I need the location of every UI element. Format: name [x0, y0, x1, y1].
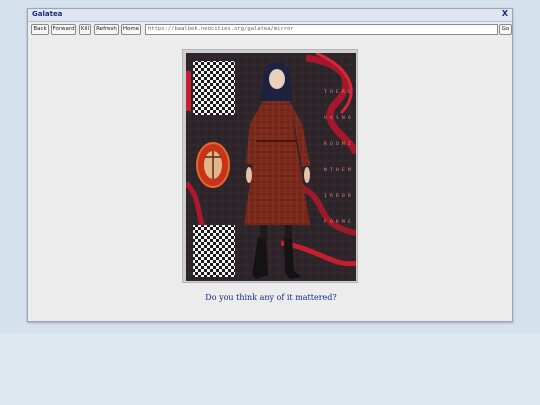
side-text-letter: H	[330, 89, 333, 95]
home-button[interactable]: Home	[121, 24, 141, 35]
side-text-letter: M	[342, 141, 345, 147]
side-text-letter: U	[324, 115, 327, 121]
refresh-button[interactable]: Refresh	[94, 24, 119, 35]
go-button[interactable]: Go	[499, 24, 512, 35]
side-text-letter: O	[330, 219, 333, 225]
side-text-letter: N	[324, 167, 327, 173]
side-text-letter: E	[342, 167, 345, 173]
figure-face	[269, 69, 285, 89]
figure-leg	[260, 223, 267, 239]
side-text-letter: T	[330, 167, 333, 173]
side-text-letter: R	[342, 89, 345, 95]
side-text-letter: N	[342, 115, 345, 121]
figure-hand	[304, 167, 310, 183]
forward-button[interactable]: Forward	[51, 24, 76, 35]
side-text-letter: O	[348, 115, 351, 121]
page-background-band	[0, 333, 540, 405]
side-text-letter: E	[336, 89, 339, 95]
side-text-letter: R	[336, 193, 339, 199]
side-text-letter: A	[330, 115, 333, 121]
side-text-letter: R	[336, 219, 339, 225]
artwork-image: T H E R EU A S N OR O O M IN T H E MI R R O RF O R M E	[184, 51, 360, 281]
side-text-letter: M	[342, 219, 345, 225]
back-button[interactable]: Back	[31, 24, 49, 35]
red-edge	[186, 71, 191, 111]
artwork-frame: THEREUASNOROOMINTHEMIRRORFORME	[182, 49, 360, 283]
browser-toolbar: Back Forward Kill Refresh Home https://b…	[28, 23, 512, 37]
checkerboard-top	[193, 61, 235, 115]
page-caption: Do you think any of it mattered?	[205, 293, 337, 302]
side-text-letter: O	[342, 193, 345, 199]
side-text-letter: E	[348, 89, 351, 95]
close-button[interactable]: X	[502, 9, 508, 18]
browser-window: Galatea X Back Forward Kill Refresh Home…	[27, 8, 513, 322]
side-text-letter: R	[348, 193, 351, 199]
figure-leg	[285, 223, 292, 239]
side-text-letter: O	[330, 141, 333, 147]
side-text-letter: M	[348, 167, 351, 173]
side-text-letter: F	[324, 219, 327, 225]
side-text-letter: I	[348, 141, 351, 147]
kill-button[interactable]: Kill	[79, 24, 91, 35]
checkerboard-bottom	[193, 225, 235, 277]
figure-hand	[246, 167, 252, 183]
side-text-letter: T	[324, 89, 327, 95]
window-titlebar[interactable]: Galatea X	[28, 9, 512, 22]
side-text-letter: I	[324, 193, 327, 199]
url-input[interactable]: https://baalbek.neocities.org/galatea/mi…	[145, 24, 498, 35]
side-text-letter: S	[336, 115, 339, 121]
side-text-letter: E	[348, 219, 351, 225]
side-text-letter: R	[324, 141, 327, 147]
side-text-letter: R	[330, 193, 333, 199]
side-text-letter: H	[336, 167, 339, 173]
window-title: Galatea	[32, 10, 63, 18]
side-text-letter: O	[336, 141, 339, 147]
